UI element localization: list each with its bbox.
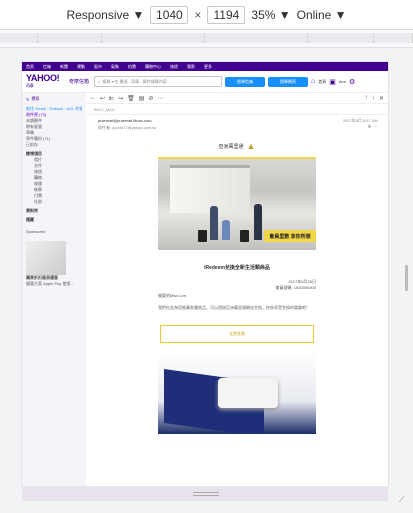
media-query-ruler <box>0 30 413 48</box>
brand-header: 亞洲萬里通 ▲ <box>158 135 316 157</box>
top-nav-item[interactable]: 更多 <box>204 64 212 70</box>
message-toolbar: ← ↩ ⇇ ↪ 🗑 ▤ ⊘ ⋯ ↑ ↓ ✕ <box>86 93 388 104</box>
brand-name: 亞洲萬里通 <box>218 143 244 150</box>
devtools-toolbar: Responsive ▼ 1040 × 1194 35% ▼ Online ▼ <box>0 0 413 30</box>
forward-icon[interactable]: ↪ <box>118 95 123 102</box>
pillow-shape <box>218 378 278 408</box>
person-shape <box>254 204 262 240</box>
close-icon[interactable]: ✕ <box>379 95 384 102</box>
device-select[interactable]: Responsive ▼ <box>66 8 144 22</box>
sidebar: ✎撰寫 前往 Gmail · Outlook · AOL 的電子郵件收件匣 (7… <box>22 93 86 486</box>
corner-resize-icon[interactable]: ⟋ <box>399 494 405 505</box>
user-name[interactable]: Ann <box>339 79 346 84</box>
back-icon[interactable]: ← <box>90 95 96 101</box>
person-shape <box>210 206 218 240</box>
ad-image[interactable] <box>26 241 66 275</box>
ruler-segment[interactable] <box>374 33 413 43</box>
top-nav-item[interactable]: 購物中心 <box>145 64 161 70</box>
ad-text[interactable]: 優惠方案 Apple Pay 使用... <box>26 281 82 287</box>
yahoo-logo[interactable]: YAHOO! 奇摩 <box>26 73 66 90</box>
ruler-segment[interactable] <box>308 33 374 43</box>
top-nav-item[interactable]: 氣象 <box>111 64 119 70</box>
top-nav-item[interactable]: 拍賣 <box>128 64 136 70</box>
top-nav-item[interactable]: 旅遊 <box>170 64 178 70</box>
brand-logo-icon: ▲ <box>246 141 256 151</box>
ruler-segment[interactable] <box>0 33 38 43</box>
top-nav-item[interactable]: 信箱 <box>43 64 51 70</box>
ad-label: Sponsored <box>26 229 46 234</box>
mail-header: YAHOO! 奇摩 奇摩信箱 ⌕ 搜尋 ▾ 在 雅虎 · 奇摩 · 郵件搜尋內容 搜… <box>22 71 388 93</box>
home-label[interactable]: 首頁 <box>318 79 326 85</box>
vertical-resize-handle[interactable] <box>405 265 408 291</box>
home-icon[interactable]: ⌂ <box>311 78 315 85</box>
hero-image[interactable]: 會員里數 享你所想 <box>158 159 316 250</box>
search-mail-button[interactable]: 搜尋信箱 <box>225 76 265 87</box>
section-folders[interactable]: 資料夾 <box>26 208 82 214</box>
spam-icon[interactable]: ⊘ <box>148 95 153 102</box>
message-pane: ← ↩ ⇇ ↪ 🗑 ▤ ⊘ ⋯ ↑ ↓ ✕ BWO_MAIL putemail@… <box>86 93 388 486</box>
recipient: 收件者: you4672@yahoo.com.tw <box>98 125 157 130</box>
product-name: 奇摩信箱 <box>69 79 90 85</box>
ruler-segment[interactable] <box>102 33 205 43</box>
section-hidden[interactable]: 隱藏 <box>26 217 82 223</box>
member-number: 會員號碼: 1520000000 <box>275 285 316 290</box>
greeting: 親愛的Miss Lee, <box>158 293 188 298</box>
yahoo-top-nav: 首頁 信箱 新聞 運動 股市 氣象 拍賣 購物中心 旅遊 電影 更多 <box>22 62 388 71</box>
network-select[interactable]: Online ▼ <box>297 8 347 22</box>
top-nav-item[interactable]: 股市 <box>94 64 102 70</box>
zoom-select[interactable]: 35% ▼ <box>251 8 290 22</box>
top-nav-item[interactable]: 首頁 <box>26 64 34 70</box>
reply-icon[interactable]: ↩ <box>100 95 105 102</box>
product-image[interactable] <box>158 352 316 434</box>
ruler-segment[interactable] <box>205 33 308 43</box>
gear-icon[interactable]: ⚙ <box>349 78 355 86</box>
sidebar-subitem[interactable]: 社群 <box>26 199 82 205</box>
height-input[interactable]: 1194 <box>207 5 246 24</box>
message-meta: putemail@putemail.fitnux.com 收件者: you467… <box>86 115 388 135</box>
next-icon[interactable]: ↓ <box>372 95 375 101</box>
move-icon[interactable]: ▤ <box>139 95 145 102</box>
compose-button[interactable]: ✎ 撰寫 <box>26 95 82 103</box>
mail-body: ✎撰寫 前往 Gmail · Outlook · AOL 的電子郵件收件匣 (7… <box>22 93 388 486</box>
sender[interactable]: putemail@putemail.fitnux.com <box>98 118 380 123</box>
search-input[interactable]: ⌕ 搜尋 ▾ 在 雅虎 · 奇摩 · 郵件搜尋內容 <box>94 76 222 87</box>
subject-line: BWO_MAIL <box>86 104 388 115</box>
message-actions[interactable]: ★ ⋯ <box>367 124 378 130</box>
compose-label: 撰寫 <box>31 96 40 101</box>
headline: iRedeem兌換全新生活類商品 <box>204 265 270 271</box>
search-icon: ⌕ <box>98 79 101 84</box>
prev-icon[interactable]: ↑ <box>365 95 368 101</box>
email-content: 亞洲萬里通 ▲ 會員里數 享你所想 iRedeem兌換全新生活類商品 2017年6… <box>158 135 316 440</box>
search-web-button[interactable]: 搜尋網頁 <box>268 76 308 87</box>
body-paragraph: 我們在此為您推薦各種商品，可以透過亞洲萬里通網站兌換，快來享受兌換的樂趣吧！ <box>158 305 310 310</box>
reply-all-icon[interactable]: ⇇ <box>109 95 114 102</box>
luggage-shape <box>240 230 249 242</box>
emulated-viewport: 首頁 信箱 新聞 運動 股市 氣象 拍賣 購物中心 旅遊 電影 更多 YAHOO! 奇摩 奇摩信箱 ⌕… <box>22 62 388 486</box>
redeem-button[interactable]: 立即兌換 <box>160 325 314 343</box>
sidebar-item[interactable]: 已封存 <box>26 142 82 148</box>
top-nav-item[interactable]: 運動 <box>77 64 85 70</box>
luggage-shape <box>198 230 207 242</box>
ruler-segment[interactable] <box>38 33 102 43</box>
avatar[interactable]: ▣ <box>329 78 336 86</box>
delete-icon[interactable]: 🗑 <box>127 95 135 102</box>
more-icon[interactable]: ⋯ <box>157 95 163 102</box>
hero-banner: 會員里數 享你所想 <box>264 230 316 242</box>
pencil-icon: ✎ <box>26 96 30 102</box>
top-nav-item[interactable]: 新聞 <box>60 64 68 70</box>
date-line: 2017年6月26日 會員號碼: 1520000000 <box>158 279 316 291</box>
logo-sub: 奇摩 <box>26 82 34 88</box>
width-input[interactable]: 1040 <box>150 5 189 24</box>
search-placeholder: 搜尋 ▾ 在 雅虎 · 奇摩 · 郵件搜尋內容 <box>102 78 167 84</box>
dimension-separator: × <box>194 7 202 22</box>
person-shape <box>222 220 230 240</box>
horizontal-resize-handle[interactable] <box>193 492 219 496</box>
top-nav-item[interactable]: 電影 <box>187 64 195 70</box>
